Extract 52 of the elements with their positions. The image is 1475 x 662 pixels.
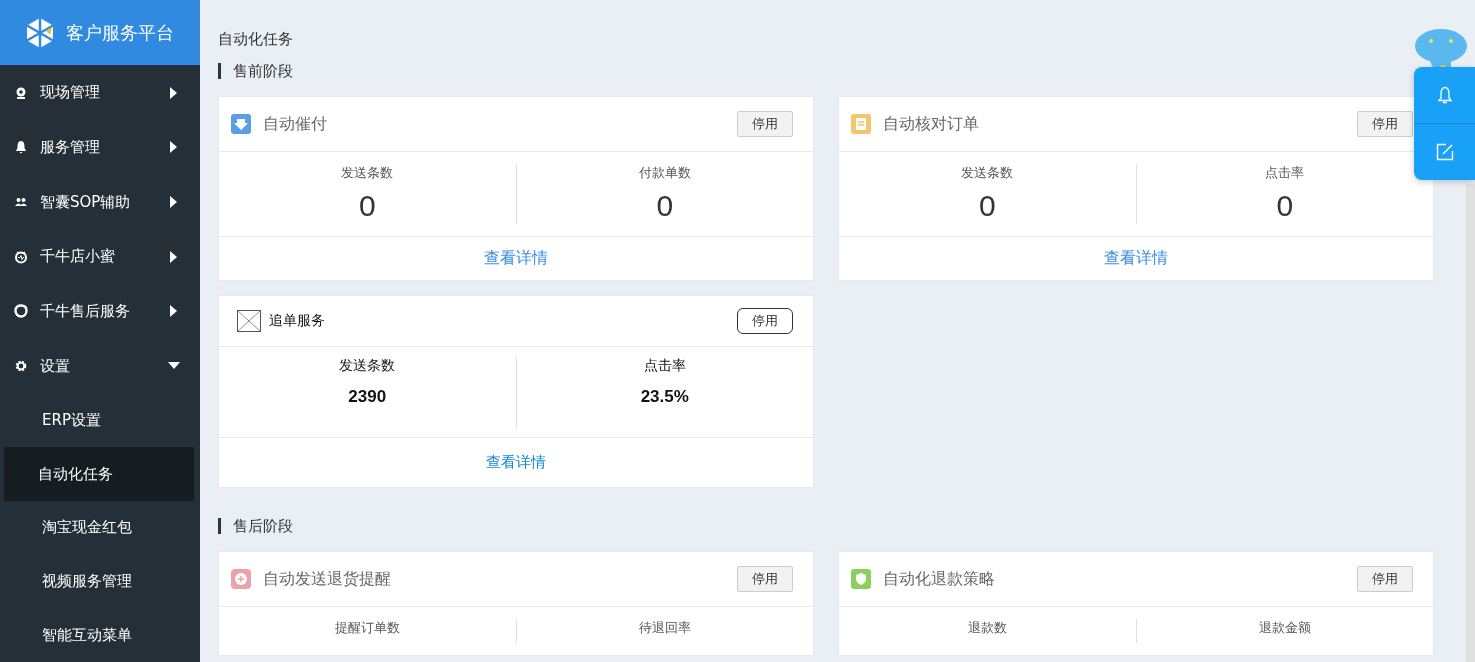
details-link[interactable]: 查看详情 [484,248,548,269]
stat-value: 0 [978,188,996,224]
card-title: 自动化退款策略 [883,568,996,590]
stat-label: 待退回率 [638,619,691,637]
nav-item[interactable]: 现场管理 [0,65,200,121]
page-title: 自动化任务 [218,30,294,49]
nav-subitem[interactable]: 自动化任务 [4,447,194,501]
stat-label: 退款金额 [1258,619,1311,637]
scrollbar[interactable] [1466,184,1475,662]
stat-label: 退款数 [967,619,1007,637]
nav-subitem[interactable]: ERP设置 [4,393,194,448]
brand-title: 客户服务平台 [66,20,174,45]
nav-subitem[interactable]: 视频服务管理 [4,554,194,609]
section-title: 售后阶段 [218,518,1437,534]
nav-subitem[interactable]: 智能互动菜单 [4,608,194,662]
nav-item[interactable]: 智囊SOP辅助 [0,174,200,230]
stat-label: 点击率 [1265,164,1305,182]
stat-label: 发送条数 [341,164,394,182]
stat-value: 2390 [348,386,387,408]
bell-icon [14,140,28,155]
disable-button[interactable]: 停用 [1357,566,1413,592]
nav-item[interactable]: 设置 [0,338,200,394]
disable-button[interactable]: 停用 [737,111,793,137]
nav-item[interactable]: 千牛售后服务 [0,284,200,339]
card-title: 追单服务 [269,312,326,330]
card-title: 自动核对订单 [883,113,980,135]
stat-value: 0 [358,188,376,224]
card-title: 自动催付 [263,113,328,135]
disable-button[interactable]: 停用 [737,566,793,592]
stat-label: 付款单数 [638,164,691,182]
nav-item[interactable]: 千牛店小蜜 [0,229,200,285]
details-link[interactable]: 查看详情 [486,453,546,472]
edit-icon [1435,143,1454,161]
disable-button[interactable]: 停用 [737,308,793,334]
broken-image-icon [237,310,261,332]
logo-icon [24,16,56,49]
stat-value: 0 [1276,188,1294,224]
pin-icon [14,85,28,100]
disable-button[interactable]: 停用 [1357,111,1413,137]
stat-label: 发送条数 [339,357,396,375]
stat-value: 0 [656,188,674,224]
nav-subitem[interactable]: 淘宝现金红包 [4,500,194,555]
stat-label: 点击率 [643,357,686,375]
bell-icon [1436,86,1453,104]
details-link[interactable]: 查看详情 [1104,248,1168,269]
nav-item[interactable]: 服务管理 [0,120,200,175]
settings-icon [14,359,28,374]
stat-label: 提醒订单数 [334,619,400,637]
robot-icon [14,249,28,264]
stat-label: 发送条数 [961,164,1014,182]
stat-value: 23.5% [640,386,689,408]
card-title: 自动发送退货提醒 [263,568,392,590]
